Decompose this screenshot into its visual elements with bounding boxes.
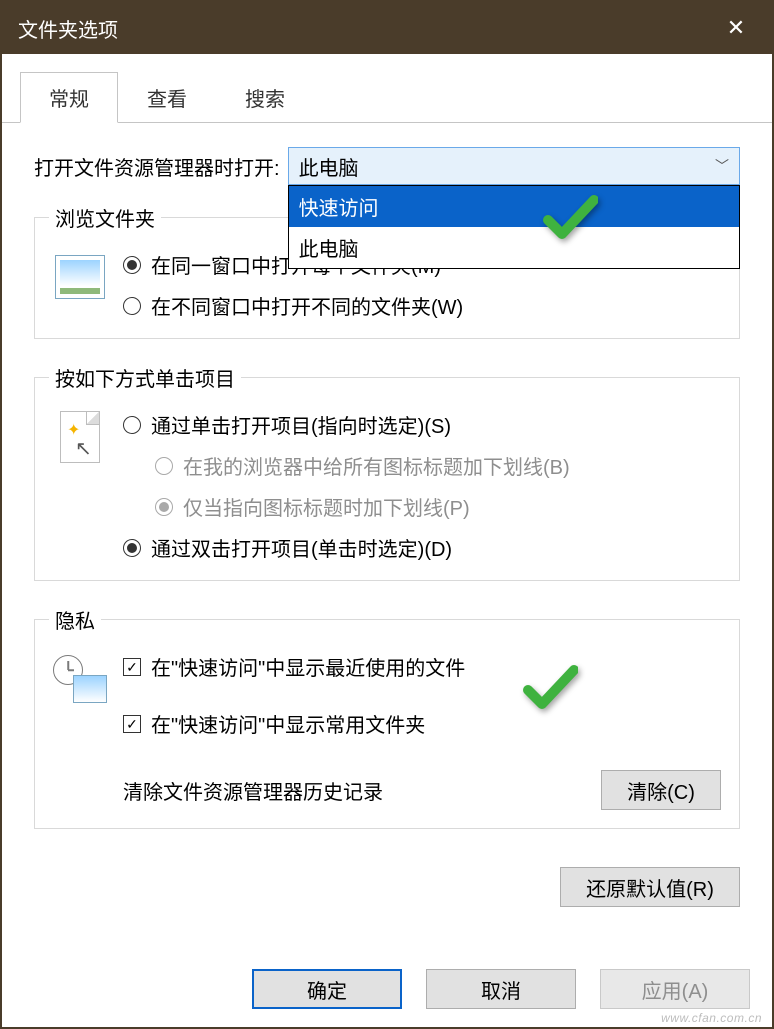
radio-underline-all: 在我的浏览器中给所有图标标题加下划线(B) bbox=[155, 451, 721, 480]
radio-icon bbox=[123, 416, 141, 434]
check-recent-files[interactable]: 在"快速访问"中显示最近使用的文件 bbox=[123, 652, 721, 681]
check-freq-folders[interactable]: 在"快速访问"中显示常用文件夹 bbox=[123, 709, 721, 738]
check-recent-files-label: 在"快速访问"中显示最近使用的文件 bbox=[151, 652, 465, 681]
folder-options-window: 文件夹选项 ✕ 常规 查看 搜索 打开文件资源管理器时打开: 此电脑 ﹀ 快速访… bbox=[0, 0, 774, 1029]
window-title: 文件夹选项 bbox=[18, 14, 716, 43]
chevron-down-icon: ﹀ bbox=[715, 156, 729, 176]
radio-underline-point-label: 仅当指向图标标题时加下划线(P) bbox=[183, 492, 470, 521]
privacy-icon bbox=[53, 652, 107, 706]
click-items-group: 按如下方式单击项目 ✦↖ 通过单击打开项目(指向时选定)(S) 在我的浏览器中给… bbox=[34, 363, 740, 581]
tab-general[interactable]: 常规 bbox=[20, 72, 118, 123]
checkbox-icon bbox=[123, 715, 141, 733]
click-items-icon: ✦↖ bbox=[53, 410, 107, 464]
close-icon[interactable]: ✕ bbox=[716, 15, 756, 41]
checkbox-icon bbox=[123, 658, 141, 676]
cancel-button[interactable]: 取消 bbox=[426, 969, 576, 1009]
open-with-label: 打开文件资源管理器时打开: bbox=[34, 152, 280, 181]
apply-button: 应用(A) bbox=[600, 969, 750, 1009]
radio-single-click-label: 通过单击打开项目(指向时选定)(S) bbox=[151, 410, 451, 439]
tab-content: 打开文件资源管理器时打开: 此电脑 ﹀ 快速访问 此电脑 浏览文件夹 bbox=[2, 123, 772, 863]
combo-selected[interactable]: 此电脑 ﹀ bbox=[288, 147, 740, 185]
browse-folders-icon bbox=[53, 250, 107, 304]
combo-option-this-pc[interactable]: 此电脑 bbox=[289, 227, 739, 268]
radio-icon bbox=[123, 539, 141, 557]
tab-view[interactable]: 查看 bbox=[118, 72, 216, 123]
watermark: www.cfan.com.cn bbox=[661, 1011, 762, 1025]
radio-icon bbox=[123, 297, 141, 315]
radio-icon bbox=[123, 256, 141, 274]
open-with-row: 打开文件资源管理器时打开: 此电脑 ﹀ 快速访问 此电脑 bbox=[34, 147, 740, 185]
restore-defaults-button[interactable]: 还原默认值(R) bbox=[560, 867, 740, 907]
radio-underline-all-label: 在我的浏览器中给所有图标标题加下划线(B) bbox=[183, 451, 570, 480]
radio-double-click-label: 通过双击打开项目(单击时选定)(D) bbox=[151, 533, 452, 562]
privacy-group: 隐私 在"快速访问"中显示最近使用的文件 在"快速访问"中显示常用文件夹 清 bbox=[34, 605, 740, 829]
radio-double-click[interactable]: 通过双击打开项目(单击时选定)(D) bbox=[123, 533, 721, 562]
ok-button[interactable]: 确定 bbox=[252, 969, 402, 1009]
clear-history-label: 清除文件资源管理器历史记录 bbox=[123, 776, 383, 805]
radio-own-window[interactable]: 在不同窗口中打开不同的文件夹(W) bbox=[123, 291, 721, 320]
check-freq-folders-label: 在"快速访问"中显示常用文件夹 bbox=[151, 709, 425, 738]
tab-search[interactable]: 搜索 bbox=[216, 72, 314, 123]
titlebar: 文件夹选项 ✕ bbox=[2, 2, 772, 54]
radio-single-click[interactable]: 通过单击打开项目(指向时选定)(S) bbox=[123, 410, 721, 439]
tab-strip: 常规 查看 搜索 bbox=[2, 54, 772, 123]
open-with-combo[interactable]: 此电脑 ﹀ 快速访问 此电脑 bbox=[288, 147, 740, 185]
combo-selected-text: 此电脑 bbox=[299, 152, 359, 181]
combo-dropdown: 快速访问 此电脑 bbox=[288, 185, 740, 269]
privacy-legend: 隐私 bbox=[49, 605, 101, 634]
click-items-legend: 按如下方式单击项目 bbox=[49, 363, 241, 392]
radio-underline-point: 仅当指向图标标题时加下划线(P) bbox=[155, 492, 721, 521]
browse-folders-legend: 浏览文件夹 bbox=[49, 203, 161, 232]
dialog-footer: 确定 取消 应用(A) bbox=[2, 953, 772, 1027]
radio-own-window-label: 在不同窗口中打开不同的文件夹(W) bbox=[151, 291, 463, 320]
radio-icon bbox=[155, 457, 173, 475]
combo-option-quick-access[interactable]: 快速访问 bbox=[289, 186, 739, 227]
radio-icon bbox=[155, 498, 173, 516]
clear-button[interactable]: 清除(C) bbox=[601, 770, 721, 810]
